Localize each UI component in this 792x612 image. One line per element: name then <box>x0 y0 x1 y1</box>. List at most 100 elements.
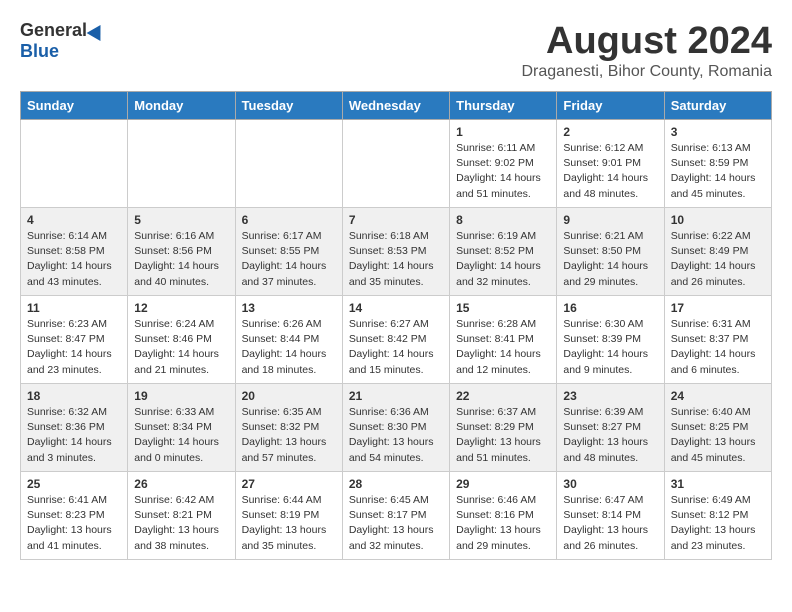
day-info: Sunrise: 6:13 AM Sunset: 8:59 PM Dayligh… <box>671 141 765 202</box>
calendar-week-row: 18 Sunrise: 6:32 AM Sunset: 8:36 PM Dayli… <box>21 384 772 472</box>
day-number: 30 <box>563 477 657 491</box>
calendar-cell: 19 Sunrise: 6:33 AM Sunset: 8:34 PM Dayli… <box>128 384 235 472</box>
calendar-header-monday: Monday <box>128 92 235 120</box>
day-number: 17 <box>671 301 765 315</box>
day-number: 21 <box>349 389 443 403</box>
day-info: Sunrise: 6:12 AM Sunset: 9:01 PM Dayligh… <box>563 141 657 202</box>
day-info: Sunrise: 6:35 AM Sunset: 8:32 PM Dayligh… <box>242 405 336 466</box>
day-number: 31 <box>671 477 765 491</box>
day-number: 23 <box>563 389 657 403</box>
day-number: 6 <box>242 213 336 227</box>
calendar-cell: 13Sunrise: 6:26 AM Sunset: 8:44 PM Dayli… <box>235 296 342 384</box>
logo-blue-text: Blue <box>20 41 59 62</box>
calendar-cell <box>342 120 449 208</box>
day-info: Sunrise: 6:39 AM Sunset: 8:27 PM Dayligh… <box>563 405 657 466</box>
calendar-cell: 21 Sunrise: 6:36 AM Sunset: 8:30 PM Dayli… <box>342 384 449 472</box>
calendar-table: SundayMondayTuesdayWednesdayThursdayFrid… <box>20 91 772 560</box>
calendar-header-sunday: Sunday <box>21 92 128 120</box>
day-info: Sunrise: 6:33 AM Sunset: 8:34 PM Dayligh… <box>134 405 228 466</box>
calendar-cell: 11Sunrise: 6:23 AM Sunset: 8:47 PM Dayli… <box>21 296 128 384</box>
calendar-cell: 5 Sunrise: 6:16 AM Sunset: 8:56 PM Daylig… <box>128 208 235 296</box>
day-info: Sunrise: 6:17 AM Sunset: 8:55 PM Dayligh… <box>242 229 336 290</box>
calendar-cell: 4 Sunrise: 6:14 AM Sunset: 8:58 PM Daylig… <box>21 208 128 296</box>
day-number: 9 <box>563 213 657 227</box>
calendar-cell: 8 Sunrise: 6:19 AM Sunset: 8:52 PM Daylig… <box>450 208 557 296</box>
day-info: Sunrise: 6:42 AM Sunset: 8:21 PM Dayligh… <box>134 493 228 554</box>
calendar-cell: 25Sunrise: 6:41 AM Sunset: 8:23 PM Dayli… <box>21 472 128 560</box>
calendar-week-row: 4 Sunrise: 6:14 AM Sunset: 8:58 PM Daylig… <box>21 208 772 296</box>
day-info: Sunrise: 6:30 AM Sunset: 8:39 PM Dayligh… <box>563 317 657 378</box>
calendar-cell: 10 Sunrise: 6:22 AM Sunset: 8:49 PM Dayli… <box>664 208 771 296</box>
title-block: August 2024 Draganesti, Bihor County, Ro… <box>522 20 773 81</box>
day-number: 14 <box>349 301 443 315</box>
calendar-cell: 17 Sunrise: 6:31 AM Sunset: 8:37 PM Dayli… <box>664 296 771 384</box>
page-header: General Blue August 2024 Draganesti, Bih… <box>20 20 772 81</box>
day-number: 11 <box>27 301 121 315</box>
calendar-week-row: 11Sunrise: 6:23 AM Sunset: 8:47 PM Dayli… <box>21 296 772 384</box>
day-number: 19 <box>134 389 228 403</box>
day-number: 28 <box>349 477 443 491</box>
day-number: 18 <box>27 389 121 403</box>
calendar-header-row: SundayMondayTuesdayWednesdayThursdayFrid… <box>21 92 772 120</box>
calendar-header-saturday: Saturday <box>664 92 771 120</box>
calendar-cell <box>235 120 342 208</box>
calendar-cell: 9 Sunrise: 6:21 AM Sunset: 8:50 PM Daylig… <box>557 208 664 296</box>
day-info: Sunrise: 6:32 AM Sunset: 8:36 PM Dayligh… <box>27 405 121 466</box>
day-info: Sunrise: 6:18 AM Sunset: 8:53 PM Dayligh… <box>349 229 443 290</box>
day-number: 24 <box>671 389 765 403</box>
day-number: 4 <box>27 213 121 227</box>
day-info: Sunrise: 6:46 AM Sunset: 8:16 PM Dayligh… <box>456 493 550 554</box>
calendar-cell: 27 Sunrise: 6:44 AM Sunset: 8:19 PM Dayli… <box>235 472 342 560</box>
day-info: Sunrise: 6:45 AM Sunset: 8:17 PM Dayligh… <box>349 493 443 554</box>
calendar-week-row: 25Sunrise: 6:41 AM Sunset: 8:23 PM Dayli… <box>21 472 772 560</box>
calendar-cell: 15 Sunrise: 6:28 AM Sunset: 8:41 PM Dayli… <box>450 296 557 384</box>
day-info: Sunrise: 6:19 AM Sunset: 8:52 PM Dayligh… <box>456 229 550 290</box>
day-info: Sunrise: 6:28 AM Sunset: 8:41 PM Dayligh… <box>456 317 550 378</box>
calendar-cell: 16 Sunrise: 6:30 AM Sunset: 8:39 PM Dayli… <box>557 296 664 384</box>
day-number: 7 <box>349 213 443 227</box>
day-number: 25 <box>27 477 121 491</box>
day-number: 15 <box>456 301 550 315</box>
calendar-cell: 6 Sunrise: 6:17 AM Sunset: 8:55 PM Daylig… <box>235 208 342 296</box>
calendar-cell: 29 Sunrise: 6:46 AM Sunset: 8:16 PM Dayli… <box>450 472 557 560</box>
day-number: 5 <box>134 213 228 227</box>
calendar-header-tuesday: Tuesday <box>235 92 342 120</box>
calendar-cell: 12 Sunrise: 6:24 AM Sunset: 8:46 PM Dayli… <box>128 296 235 384</box>
day-info: Sunrise: 6:14 AM Sunset: 8:58 PM Dayligh… <box>27 229 121 290</box>
day-info: Sunrise: 6:37 AM Sunset: 8:29 PM Dayligh… <box>456 405 550 466</box>
day-number: 10 <box>671 213 765 227</box>
calendar-cell: 2 Sunrise: 6:12 AM Sunset: 9:01 PM Daylig… <box>557 120 664 208</box>
day-number: 1 <box>456 125 550 139</box>
day-info: Sunrise: 6:40 AM Sunset: 8:25 PM Dayligh… <box>671 405 765 466</box>
calendar-header-friday: Friday <box>557 92 664 120</box>
day-info: Sunrise: 6:49 AM Sunset: 8:12 PM Dayligh… <box>671 493 765 554</box>
calendar-cell: 24 Sunrise: 6:40 AM Sunset: 8:25 PM Dayli… <box>664 384 771 472</box>
calendar-header-wednesday: Wednesday <box>342 92 449 120</box>
day-number: 8 <box>456 213 550 227</box>
day-info: Sunrise: 6:24 AM Sunset: 8:46 PM Dayligh… <box>134 317 228 378</box>
day-number: 27 <box>242 477 336 491</box>
calendar-cell <box>128 120 235 208</box>
day-info: Sunrise: 6:31 AM Sunset: 8:37 PM Dayligh… <box>671 317 765 378</box>
day-info: Sunrise: 6:26 AM Sunset: 8:44 PM Dayligh… <box>242 317 336 378</box>
day-info: Sunrise: 6:36 AM Sunset: 8:30 PM Dayligh… <box>349 405 443 466</box>
day-number: 2 <box>563 125 657 139</box>
day-info: Sunrise: 6:22 AM Sunset: 8:49 PM Dayligh… <box>671 229 765 290</box>
day-number: 12 <box>134 301 228 315</box>
day-info: Sunrise: 6:47 AM Sunset: 8:14 PM Dayligh… <box>563 493 657 554</box>
calendar-cell: 7 Sunrise: 6:18 AM Sunset: 8:53 PM Daylig… <box>342 208 449 296</box>
day-info: Sunrise: 6:16 AM Sunset: 8:56 PM Dayligh… <box>134 229 228 290</box>
logo: General Blue <box>20 20 105 62</box>
location-subtitle: Draganesti, Bihor County, Romania <box>522 63 773 81</box>
calendar-cell: 28 Sunrise: 6:45 AM Sunset: 8:17 PM Dayli… <box>342 472 449 560</box>
day-info: Sunrise: 6:27 AM Sunset: 8:42 PM Dayligh… <box>349 317 443 378</box>
day-number: 16 <box>563 301 657 315</box>
calendar-cell: 18 Sunrise: 6:32 AM Sunset: 8:36 PM Dayli… <box>21 384 128 472</box>
day-number: 29 <box>456 477 550 491</box>
day-number: 20 <box>242 389 336 403</box>
month-year-title: August 2024 <box>522 20 773 63</box>
day-info: Sunrise: 6:44 AM Sunset: 8:19 PM Dayligh… <box>242 493 336 554</box>
calendar-cell <box>21 120 128 208</box>
day-info: Sunrise: 6:21 AM Sunset: 8:50 PM Dayligh… <box>563 229 657 290</box>
day-info: Sunrise: 6:11 AM Sunset: 9:02 PM Dayligh… <box>456 141 550 202</box>
